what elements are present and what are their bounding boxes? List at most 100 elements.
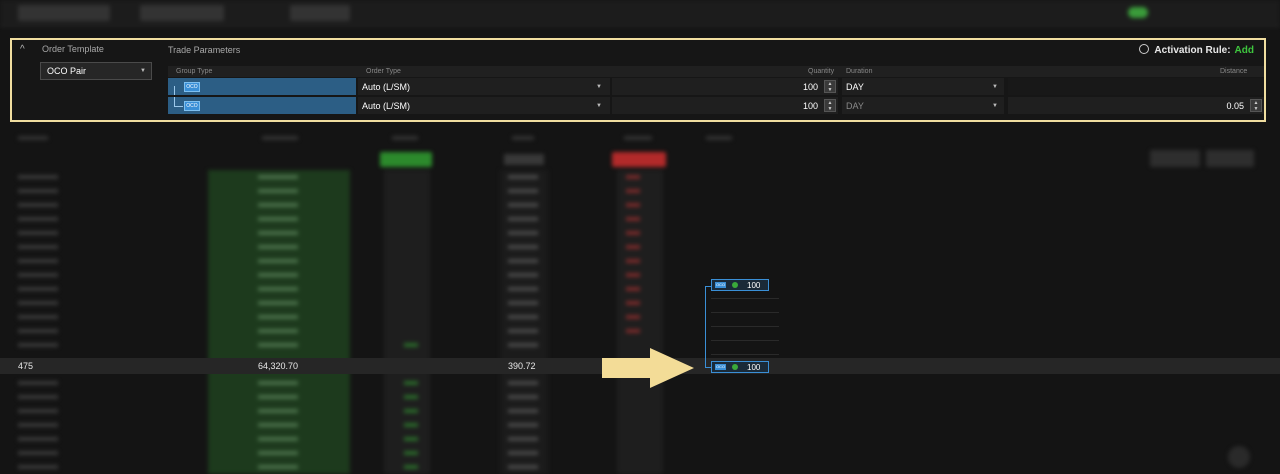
distance-field <box>1008 78 1264 95</box>
trade-row: OCO Auto (L/SM) ▼ 100 ▲ ▼ DAY ▼ <box>168 78 1264 95</box>
order-type-value: Auto (L/SM) <box>362 101 411 111</box>
ladder-row[interactable] <box>0 184 1280 198</box>
auto-send-label <box>1153 7 1156 17</box>
trade-row: OCO Auto (L/SM) ▼ 100 ▲ ▼ DAY ▼ 0.05 ▲ ▼ <box>168 97 1264 114</box>
activation-rule: Activation Rule: Add <box>1139 44 1254 56</box>
cancel-button[interactable] <box>1150 150 1200 167</box>
header-duration: Duration <box>846 68 873 75</box>
order-row-divider <box>711 354 779 355</box>
ladder-row[interactable] <box>0 198 1280 212</box>
order-quantity: 100 <box>747 363 761 372</box>
row-volume: 475 <box>18 361 34 371</box>
header-quantity: Quantity <box>808 68 835 75</box>
oco-tag: OCO <box>715 282 726 288</box>
quantity-value: 100 <box>802 101 818 111</box>
trade-parameters-header: Group Type Order Type Quantity Duration … <box>168 66 1264 77</box>
header-orders <box>706 136 732 140</box>
price-ladder: 475 64,320.70 390.72 OCO 100 OCO 100 <box>0 130 1280 474</box>
row-pl: 64,320.70 <box>258 361 299 371</box>
auto-send-toggle[interactable] <box>1128 7 1148 18</box>
sell-market-button[interactable] <box>612 152 666 167</box>
header-distance: Distance <box>1220 68 1248 75</box>
quantity-stepper[interactable]: ▲ ▼ <box>824 80 836 93</box>
ladder-row[interactable] <box>0 324 1280 338</box>
duration-select[interactable]: DAY ▼ <box>842 78 1004 95</box>
ladder-row[interactable] <box>0 170 1280 184</box>
group-type-cell[interactable]: OCO <box>168 97 356 114</box>
activation-rule-label: Activation Rule: <box>1154 45 1231 56</box>
oco-tag: OCO <box>184 101 200 111</box>
distance-value: 0.05 <box>1226 101 1244 111</box>
ladder-row[interactable] <box>0 404 1280 418</box>
ladder-row[interactable] <box>0 432 1280 446</box>
duration-value: DAY <box>846 101 864 111</box>
order-row-divider <box>711 312 779 313</box>
ladder-row[interactable] <box>0 268 1280 282</box>
chevron-down-icon: ▼ <box>140 68 146 74</box>
chevron-down-icon: ▼ <box>596 103 602 109</box>
clock-icon <box>1139 44 1150 54</box>
order-entry-panel: ^ Order Template OCO Pair ▼ Trade Parame… <box>10 38 1266 122</box>
collapse-chevron-icon[interactable]: ^ <box>20 44 25 55</box>
header-order-type: Order Type <box>366 68 401 75</box>
order-type-select[interactable]: Auto (L/SM) ▼ <box>358 97 610 114</box>
account-selector[interactable] <box>140 5 224 21</box>
status-dot-icon <box>732 364 738 370</box>
order-template-value: OCO Pair <box>47 66 87 76</box>
duration-value: DAY <box>846 82 864 92</box>
chevron-down-icon: ▼ <box>992 84 998 90</box>
order-template-select[interactable]: OCO Pair ▼ <box>40 62 152 80</box>
order-type-value: Auto (L/SM) <box>362 82 411 92</box>
trade-parameters-label: Trade Parameters <box>168 45 241 55</box>
ladder-row[interactable] <box>0 418 1280 432</box>
ladder-row[interactable] <box>0 282 1280 296</box>
symbol-selector[interactable] <box>18 5 110 21</box>
row-price: 390.72 <box>508 361 536 371</box>
ladder-row[interactable] <box>0 446 1280 460</box>
duration-select[interactable]: DAY ▼ <box>842 97 1004 114</box>
top-toolbar <box>0 0 1280 27</box>
header-ask-size <box>624 136 652 140</box>
status-dot-icon <box>732 282 738 288</box>
flatten-button[interactable] <box>1206 150 1254 167</box>
quantity-field[interactable]: 100 ▲ ▼ <box>612 97 838 114</box>
quantity-stepper[interactable]: ▲ ▼ <box>824 99 836 112</box>
quantity-value: 100 <box>802 82 818 92</box>
chevron-down-icon: ▼ <box>992 103 998 109</box>
ladder-row[interactable] <box>0 240 1280 254</box>
ladder-row[interactable] <box>0 460 1280 474</box>
order-row-divider <box>711 340 779 341</box>
account-field[interactable] <box>290 5 350 21</box>
order-type-select[interactable]: Auto (L/SM) ▼ <box>358 78 610 95</box>
ladder-row[interactable] <box>0 226 1280 240</box>
quantity-field[interactable]: 100 ▲ ▼ <box>612 78 838 95</box>
order-row-divider <box>711 326 779 327</box>
order-quantity: 100 <box>747 281 761 290</box>
group-type-cell[interactable]: OCO <box>168 78 356 95</box>
order-template-label: Order Template <box>42 44 104 54</box>
ladder-row[interactable] <box>0 390 1280 404</box>
chevron-down-icon: ▼ <box>596 84 602 90</box>
market-label <box>504 154 544 165</box>
ladder-row[interactable] <box>0 212 1280 226</box>
ladder-row[interactable] <box>0 254 1280 268</box>
working-order-chip[interactable]: OCO 100 <box>711 361 769 373</box>
oco-tag: OCO <box>184 82 200 92</box>
annotation-arrow-icon <box>602 348 694 388</box>
header-volume <box>18 136 48 140</box>
buy-market-button[interactable] <box>380 152 432 167</box>
ladder-row[interactable] <box>0 296 1280 310</box>
working-order-chip[interactable]: OCO 100 <box>711 279 769 291</box>
activation-rule-add-link[interactable]: Add <box>1235 45 1254 56</box>
distance-stepper[interactable]: ▲ ▼ <box>1250 99 1262 112</box>
header-price <box>512 136 534 140</box>
oco-tag: OCO <box>715 364 726 370</box>
order-row-divider <box>711 298 779 299</box>
tree-connector <box>174 86 183 95</box>
oco-link-line <box>705 286 706 368</box>
help-icon[interactable] <box>1228 446 1250 468</box>
distance-field[interactable]: 0.05 ▲ ▼ <box>1008 97 1264 114</box>
ladder-row[interactable] <box>0 310 1280 324</box>
header-pl <box>262 136 298 140</box>
header-group-type: Group Type <box>176 68 213 75</box>
